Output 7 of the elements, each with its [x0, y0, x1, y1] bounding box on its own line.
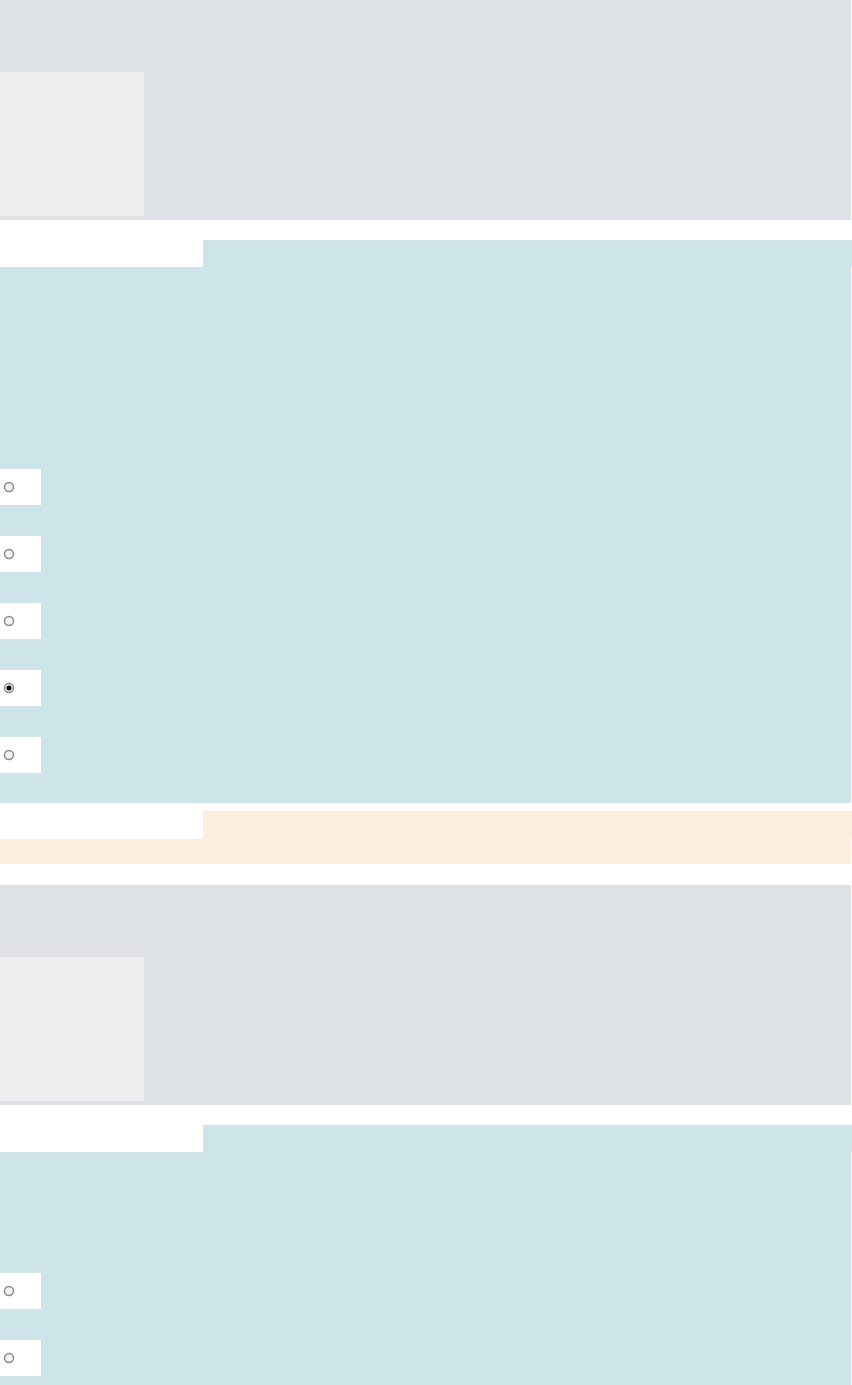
radio-button[interactable] — [0, 1273, 41, 1309]
radio-button[interactable] — [0, 536, 41, 572]
radio-button[interactable] — [0, 1340, 41, 1376]
radio-button[interactable] — [0, 469, 41, 505]
radio-button[interactable] — [0, 603, 41, 639]
radio-button[interactable] — [0, 670, 41, 706]
radio-button[interactable] — [0, 737, 41, 773]
